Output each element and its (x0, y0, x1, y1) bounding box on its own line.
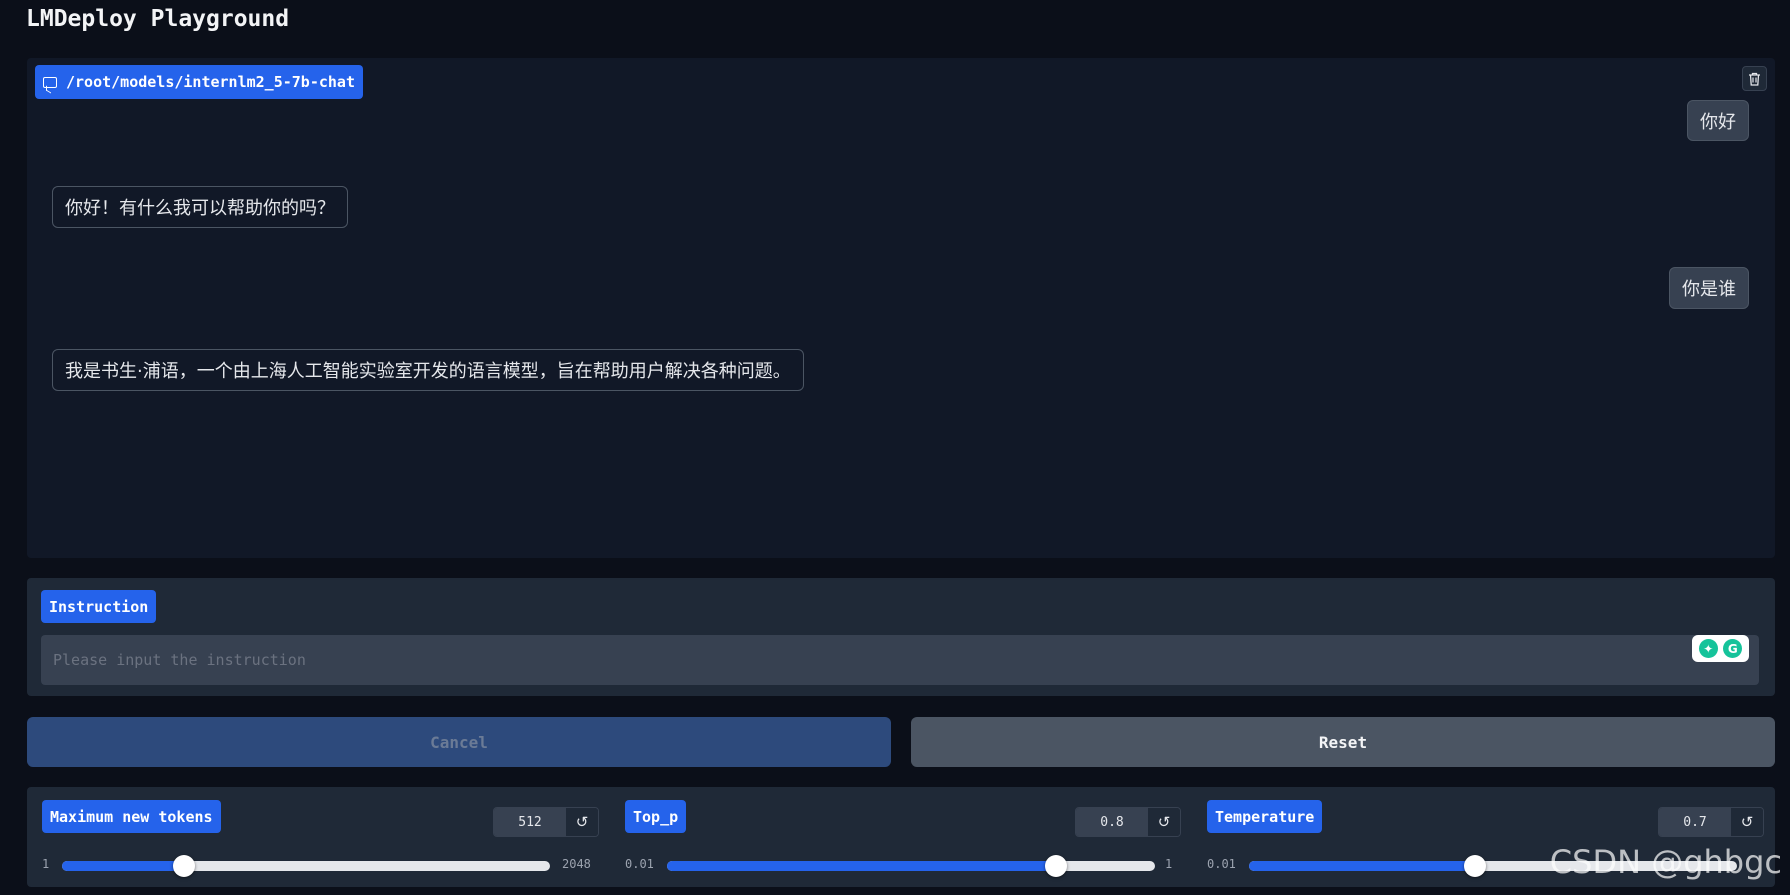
slider-fill (667, 861, 1057, 871)
range-max: 2048 (562, 857, 591, 871)
instruction-input[interactable] (41, 635, 1759, 685)
grammarly-bulb-icon: ✦ (1698, 639, 1718, 658)
number-value[interactable]: 0.8 (1076, 808, 1148, 836)
app-title: LMDeploy Playground (26, 6, 290, 32)
chat-bubble-icon (43, 76, 57, 88)
message-text: 你好！有什么我可以帮助你的吗？ (65, 198, 335, 219)
clear-chat-button[interactable] (1742, 66, 1767, 91)
slider-fill (62, 861, 184, 871)
slider-top-p: Top_p 0.8 ↺ 0.01 1 (625, 787, 1185, 887)
reset-button[interactable]: Reset (911, 717, 1775, 767)
range-min: 1 (42, 857, 50, 871)
instruction-panel: Instruction ✦ G (27, 578, 1775, 696)
slider-label: Top_p (625, 800, 687, 833)
slider-thumb[interactable] (1463, 855, 1486, 877)
parameters-panel: Maximum new tokens 512 ↺ 1 2048 Top_p 0.… (27, 787, 1775, 887)
watermark: CSDN @ghbgc (1549, 843, 1782, 881)
chatbot-panel: /root/models/internlm2_5-7b-chat 你好 你好！有… (27, 58, 1775, 558)
model-label: /root/models/internlm2_5-7b-chat (35, 65, 363, 99)
number-value[interactable]: 512 (494, 808, 566, 836)
slider-fill (1249, 861, 1475, 871)
message-text: 你是谁 (1682, 279, 1736, 300)
slider-label: Temperature (1207, 800, 1323, 833)
reset-icon[interactable]: ↺ (1148, 808, 1180, 836)
number-value[interactable]: 0.7 (1659, 808, 1731, 836)
trash-icon (1749, 72, 1760, 86)
cancel-button[interactable]: Cancel (27, 717, 891, 767)
user-message: 你是谁 (1669, 267, 1749, 309)
user-message: 你好 (1687, 100, 1749, 141)
assistant-message: 你好！有什么我可以帮助你的吗？ (52, 186, 348, 228)
slider-thumb[interactable] (173, 855, 195, 877)
message-text: 我是书生·浦语，一个由上海人工智能实验室开发的语言模型，旨在帮助用户解决各种问题… (65, 361, 791, 382)
range-min: 0.01 (625, 857, 654, 871)
slider-thumb[interactable] (1045, 855, 1068, 877)
slider-track[interactable] (667, 855, 1155, 877)
range-min: 0.01 (1207, 857, 1236, 871)
instruction-label: Instruction (41, 590, 157, 623)
message-text: 你好 (1700, 111, 1736, 133)
range-max: 1 (1165, 857, 1173, 871)
number-input[interactable]: 512 ↺ (493, 807, 599, 837)
number-input[interactable]: 0.7 ↺ (1658, 807, 1764, 837)
reset-icon[interactable]: ↺ (566, 808, 598, 836)
number-input[interactable]: 0.8 ↺ (1075, 807, 1181, 837)
reset-icon[interactable]: ↺ (1731, 808, 1763, 836)
grammarly-logo-icon: G (1723, 639, 1743, 658)
slider-label: Maximum new tokens (42, 800, 221, 833)
model-name: /root/models/internlm2_5-7b-chat (66, 73, 355, 91)
slider-track[interactable] (62, 855, 550, 877)
grammarly-widget[interactable]: ✦ G (1692, 635, 1749, 662)
slider-max-new-tokens: Maximum new tokens 512 ↺ 1 2048 (42, 787, 602, 887)
assistant-message: 我是书生·浦语，一个由上海人工智能实验室开发的语言模型，旨在帮助用户解决各种问题… (52, 349, 804, 391)
